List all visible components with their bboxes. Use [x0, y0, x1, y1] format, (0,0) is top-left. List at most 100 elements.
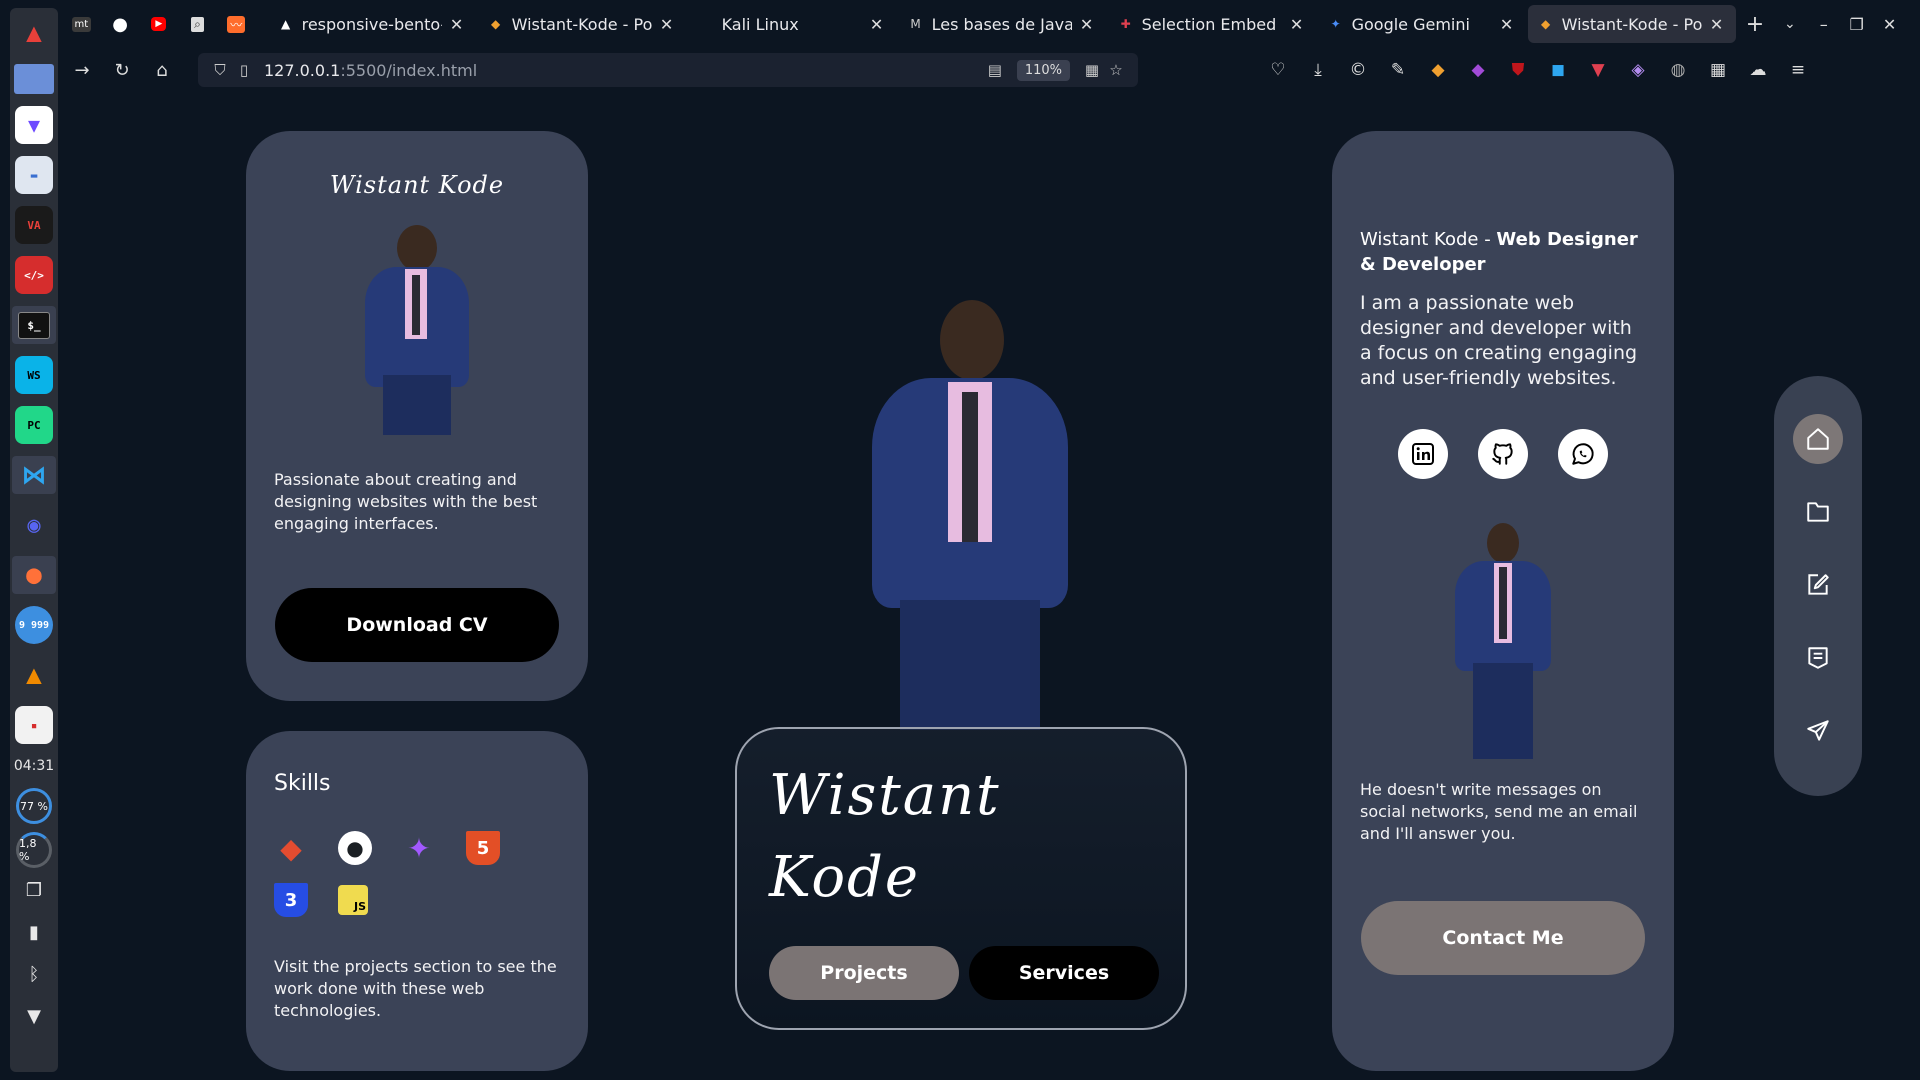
restore-icon[interactable]: ❐ [1840, 15, 1873, 34]
extensions-icon[interactable]: ✎ [1378, 53, 1418, 87]
webstorm-icon[interactable]: WS [15, 356, 53, 394]
clock[interactable]: 04:31 [14, 758, 54, 774]
hero-title-line-2: Kode [769, 845, 921, 910]
download-cv-button[interactable]: Download CV [275, 588, 559, 662]
close-tab-icon[interactable]: ✕ [868, 15, 886, 34]
downloads-icon[interactable]: ⤓ [1298, 53, 1338, 87]
extension-red-icon[interactable]: ▼ [1578, 53, 1618, 87]
tab-title: Selection Embed Code [1141, 14, 1282, 34]
workspace-switcher-icon[interactable] [14, 64, 54, 94]
extension-orange-icon[interactable]: ◆ [1418, 53, 1458, 87]
memory-meter[interactable]: 77 % [16, 788, 52, 824]
skill-github: ● [338, 822, 402, 874]
skills-card: Skills ◆ ● ✦ 5 3 JS Visit the projects sectio… [246, 731, 588, 1071]
linkedin-link[interactable] [1398, 429, 1448, 479]
services-button[interactable]: Services [969, 946, 1159, 1000]
extension-gem-icon[interactable]: ◈ [1618, 53, 1658, 87]
close-tab-icon[interactable]: ✕ [1078, 15, 1096, 34]
about-bio: I am a passionate web designer and devel… [1360, 292, 1638, 389]
extension-blue-icon[interactable]: ◼ [1538, 53, 1578, 87]
pinned-tab-mt[interactable]: mt [62, 6, 101, 42]
reader-view-icon[interactable]: ▤ [983, 61, 1007, 79]
discord-icon[interactable]: ◉ [15, 506, 53, 544]
browser-tab[interactable]: M Les bases de JavaScript ✕ [898, 5, 1106, 43]
proton-vpn-icon[interactable]: ▼ [15, 106, 53, 144]
github-icon [1492, 443, 1513, 465]
browser-tab[interactable]: Kali Linux ✕ [688, 5, 896, 43]
about-photo [1443, 523, 1563, 759]
wifi-icon[interactable]: ▼ [20, 1002, 48, 1030]
terminal-icon[interactable]: $_ [12, 306, 56, 344]
menu-icon[interactable]: ≡ [1778, 53, 1818, 87]
tab-favicon-icon: M [910, 17, 921, 31]
pocket-icon[interactable]: ♡ [1258, 53, 1298, 87]
browser-tab[interactable]: ✚ Selection Embed Code ✕ [1108, 5, 1316, 43]
code-editor-icon[interactable]: </> [15, 256, 53, 294]
pinned-tab-analytics[interactable]: 〰 [217, 6, 256, 42]
close-tab-icon[interactable]: ✕ [448, 15, 466, 34]
mega-app-icon[interactable]: VA [15, 206, 53, 244]
new-tab-button[interactable]: + [1738, 6, 1773, 42]
html5-icon: 5 [466, 831, 500, 865]
nav-contact[interactable] [1793, 706, 1843, 756]
contact-me-button[interactable]: Contact Me [1361, 901, 1645, 975]
qr-code-icon[interactable]: ▦ [1080, 61, 1104, 79]
grammar-extension-icon[interactable]: © [1338, 53, 1378, 87]
close-tab-icon[interactable]: ✕ [1288, 15, 1306, 34]
home-icon[interactable]: ⌂ [142, 52, 182, 88]
extension-grid-icon[interactable]: ▦ [1698, 53, 1738, 87]
url-path: :5500/index.html [340, 60, 478, 80]
profile-card: Wistant Kode Passionate about creating a… [246, 131, 588, 701]
reload-icon[interactable]: ↻ [102, 52, 142, 88]
nav-services[interactable] [1793, 560, 1843, 610]
github-link[interactable] [1478, 429, 1528, 479]
browser-tab[interactable]: ▲ responsive-bento-portfolio ✕ [268, 5, 476, 43]
cpu-meter[interactable]: 1,8 % [16, 832, 52, 868]
tab-favicon-icon: ✚ [1120, 17, 1131, 31]
close-tab-icon[interactable]: ✕ [1708, 15, 1726, 34]
signature-logo: Wistant Kode [329, 171, 505, 199]
close-tab-icon[interactable]: ✕ [658, 15, 676, 34]
url-bar[interactable]: ⛉ ▯ 127.0.0.1:5500/index.html ▤ 110% ▦ ☆ [198, 53, 1138, 87]
pinned-tab-github[interactable]: ● [101, 6, 140, 42]
extension-cloud-icon[interactable]: ☁ [1738, 53, 1778, 87]
hero-photo [860, 300, 1080, 730]
shield-icon[interactable]: ⛉ [208, 61, 232, 79]
file-manager-icon[interactable]: ▬ [15, 156, 53, 194]
vscode-icon[interactable]: ⋈ [12, 456, 56, 494]
thunderbird-icon[interactable]: 9 999 [15, 606, 53, 644]
projects-button[interactable]: Projects [769, 946, 959, 1000]
extension-grey-icon[interactable]: ◍ [1658, 53, 1698, 87]
nav-home[interactable] [1793, 414, 1843, 464]
list-all-tabs-button[interactable]: ⌄ [1772, 6, 1807, 42]
close-tab-icon[interactable]: ✕ [1498, 15, 1516, 34]
extension-purple-icon[interactable]: ◆ [1458, 53, 1498, 87]
launcher-icon[interactable]: ▲ [15, 14, 53, 52]
hero-title-line-1: Wistant [769, 763, 1001, 828]
nav-projects[interactable] [1793, 487, 1843, 537]
browser-tab[interactable]: ◆ Wistant-Kode - Portfolio ✕ [478, 5, 686, 43]
firefox-icon[interactable]: ● [12, 556, 56, 594]
nav-resume[interactable] [1793, 633, 1843, 683]
skill-css3: 3 [274, 874, 338, 926]
minimize-icon[interactable]: – [1807, 15, 1840, 34]
bluetooth-icon[interactable]: ᛒ [20, 960, 48, 988]
url-host: 127.0.0.1 [264, 60, 341, 80]
forward-icon[interactable]: → [62, 52, 102, 88]
bookmark-star-icon[interactable]: ☆ [1104, 61, 1128, 79]
ublock-icon[interactable]: ⛊ [1498, 53, 1538, 87]
browser-tab[interactable]: ✦ Google Gemini ✕ [1318, 5, 1526, 43]
vlc-icon[interactable]: ▲ [15, 656, 53, 694]
page-info-icon[interactable]: ▯ [232, 61, 256, 79]
pinned-tab-search[interactable]: ⌕ [178, 6, 217, 42]
hero-actions: Projects Services [769, 946, 1159, 1000]
browser-tab[interactable]: ◆ Wistant-Kode - Portfolio ✕ [1527, 5, 1736, 43]
pycharm-icon[interactable]: PC [15, 406, 53, 444]
battery-icon[interactable]: ▮ [20, 918, 48, 946]
document-viewer-icon[interactable]: ▪ [15, 706, 53, 744]
whatsapp-link[interactable] [1558, 429, 1608, 479]
zoom-level[interactable]: 110% [1016, 59, 1070, 81]
close-window-icon[interactable]: ✕ [1873, 15, 1906, 34]
clipboard-icon[interactable]: ❐ [20, 876, 48, 904]
pinned-tab-youtube[interactable]: ▶ [139, 6, 178, 42]
